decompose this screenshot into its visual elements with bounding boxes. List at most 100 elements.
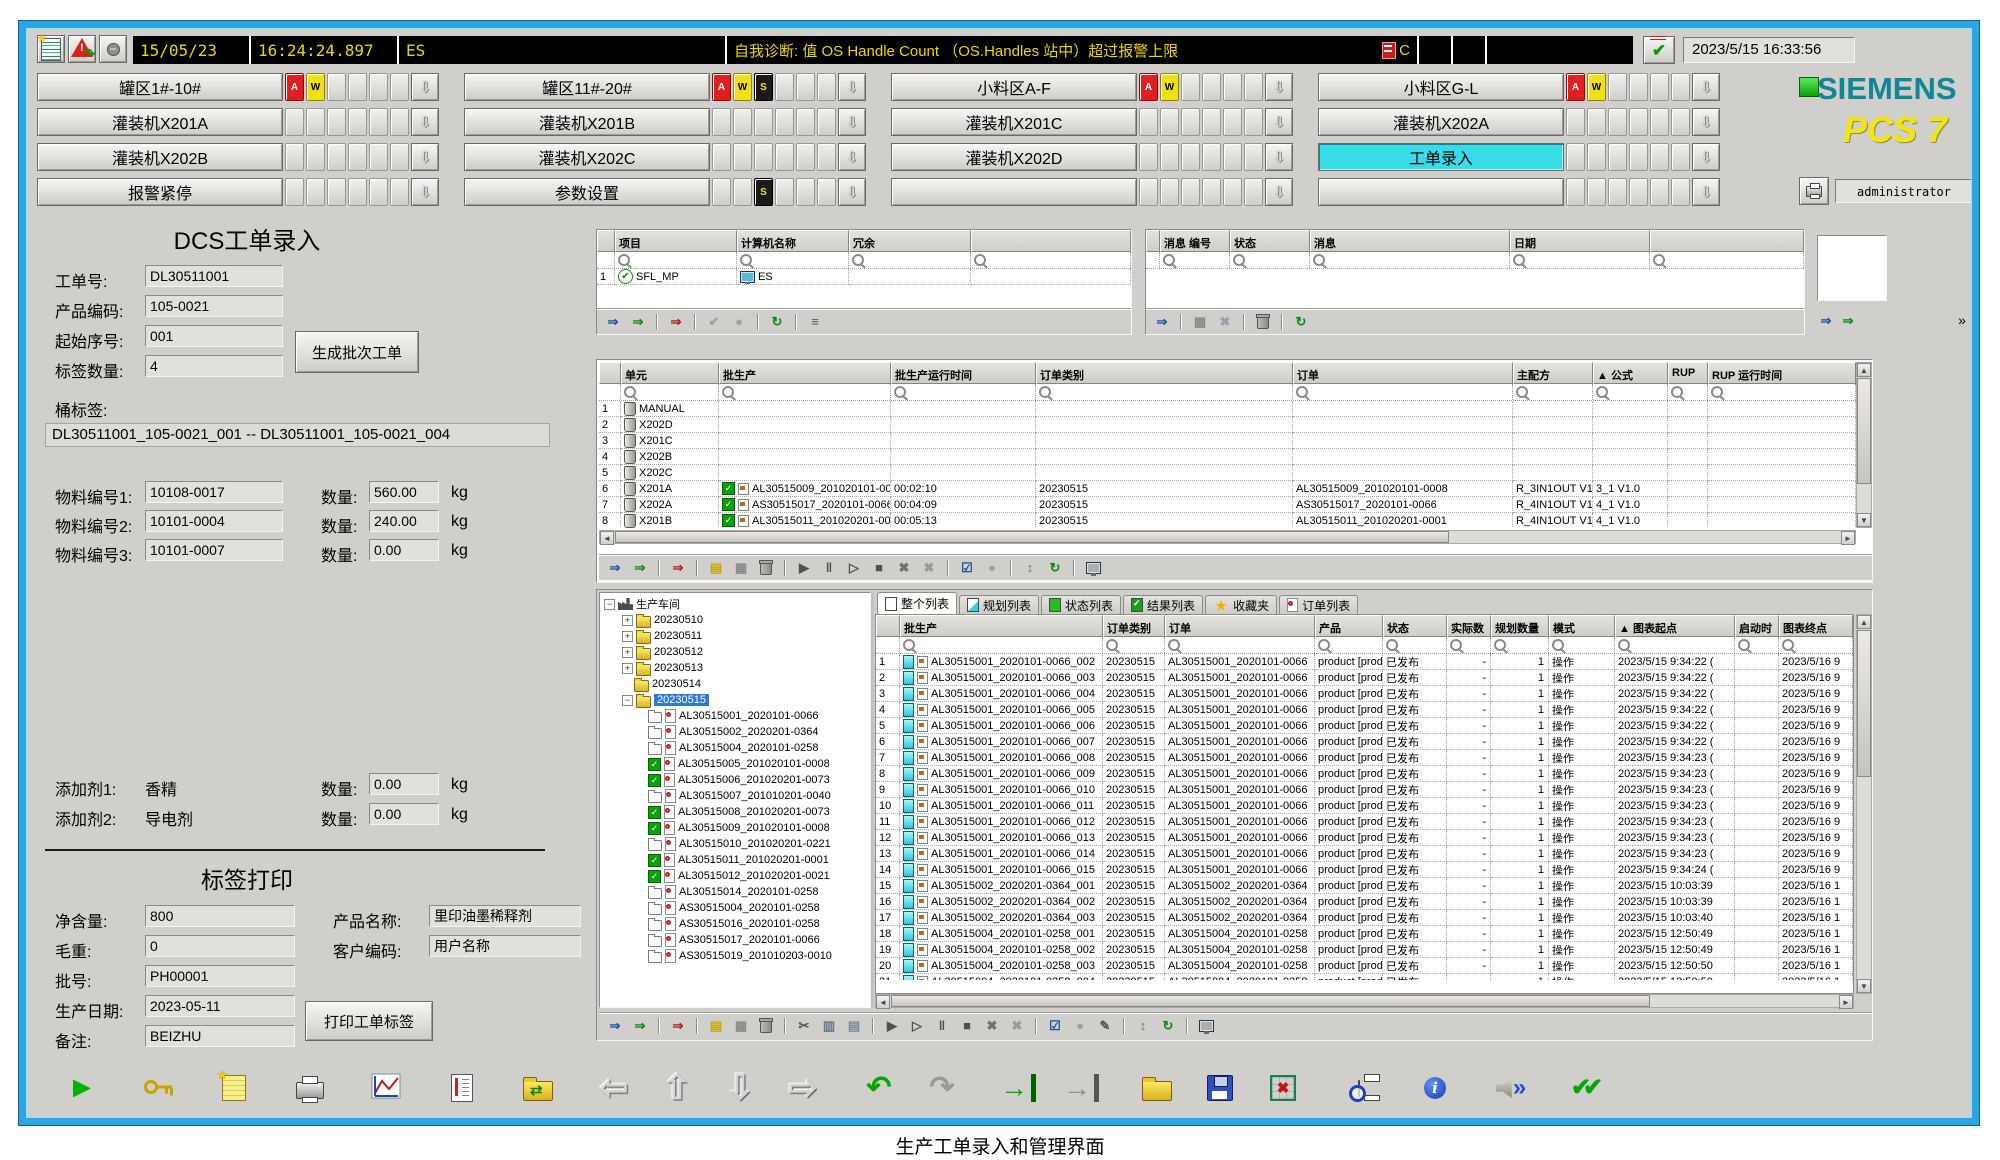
export-release-button[interactable]: ⇒ [629, 557, 651, 579]
table-row[interactable]: 12AL30515001_2020101-0066_01320230515AL3… [876, 830, 1853, 846]
tree-node-AS30515016_2020101-0258[interactable]: AS30515016_2020101-0258 [604, 916, 870, 932]
tree-node-AL30515004_2020101-0258[interactable]: AL30515004_2020101-0258 [604, 740, 870, 756]
monitor-button[interactable] [1195, 1015, 1217, 1037]
filter-cell[interactable] [1103, 637, 1165, 653]
filter-cell[interactable] [737, 252, 849, 268]
abort-time-button[interactable]: ✖ [918, 557, 940, 579]
table-row[interactable]: 19AL30515004_2020101-0258_00220230515AL3… [876, 942, 1853, 958]
filter-cell[interactable] [1165, 637, 1315, 653]
filter-cell[interactable] [719, 384, 891, 400]
collapse-icon[interactable]: − [622, 695, 633, 706]
tab-订单列表[interactable]: 订单列表 [1279, 595, 1358, 614]
material-2-qty-input[interactable] [369, 510, 439, 532]
table-row[interactable]: 9AL30515001_2020101-0066_01020230515AL30… [876, 782, 1853, 798]
resume-button[interactable]: ▷ [843, 557, 865, 579]
create-order-button[interactable]: ▤ [705, 1015, 727, 1037]
column-header[interactable]: 模式 [1549, 615, 1615, 637]
nav-expand-button[interactable]: ⇩ [411, 108, 439, 136]
distribute-button[interactable]: ↕ [1019, 557, 1041, 579]
material-2-input[interactable] [145, 510, 283, 532]
table-row[interactable]: 16AL30515002_2020201-0364_00220230515AL3… [876, 894, 1853, 910]
tab-状态列表[interactable]: 状态列表 [1041, 595, 1121, 614]
scroll-thumb[interactable] [615, 531, 1449, 543]
status-report-button[interactable] [435, 1065, 489, 1111]
nav-expand-button[interactable]: ⇩ [838, 108, 866, 136]
column-header[interactable]: 实际数 [1447, 615, 1491, 637]
filter-cell[interactable] [1513, 384, 1593, 400]
audio-button[interactable]: » [1484, 1065, 1538, 1111]
trend-button[interactable] [359, 1065, 413, 1111]
tree-node-AS30515019_201010203-0010[interactable]: AS30515019_201010203-0010 [604, 948, 870, 964]
nav-button-filler-x202a[interactable]: 灌装机X202A [1318, 108, 1564, 136]
start-button[interactable]: ▶ [793, 557, 815, 579]
commit-button[interactable]: ☑ [956, 557, 978, 579]
scroll-thumb[interactable] [1857, 378, 1871, 484]
table-row[interactable]: 15AL30515002_2020201-0364_00120230515AL3… [876, 878, 1853, 894]
filter-cell[interactable] [1146, 252, 1160, 268]
print-button[interactable] [1799, 177, 1829, 205]
vertical-scrollbar[interactable]: ▲▼ [1856, 362, 1872, 528]
commit-button[interactable]: ☑ [1044, 1015, 1066, 1037]
nav-button-alarm-emergency-stop[interactable]: 报警紧停 [37, 178, 283, 206]
filter-cell[interactable] [615, 252, 737, 268]
order-no-input[interactable] [145, 265, 283, 287]
globe-button[interactable]: ● [1069, 1015, 1091, 1037]
nav-button-parameter-settings[interactable]: 参数设置 [464, 178, 710, 206]
tree-node-20230510[interactable]: +20230510 [604, 612, 870, 628]
column-header[interactable]: ▲ 图表起点 [1615, 615, 1735, 637]
generate-batch-order-button[interactable]: 生成批次工单 [295, 331, 419, 373]
product-name-input[interactable] [429, 905, 581, 927]
properties-button[interactable]: ▦ [1189, 311, 1211, 333]
table-row[interactable]: 20AL30515004_2020101-0258_00320230515AL3… [876, 958, 1853, 974]
tree-node-20230512[interactable]: +20230512 [604, 644, 870, 660]
tree-node-AS30515017_2020101-0066[interactable]: AS30515017_2020101-0066 [604, 932, 870, 948]
column-header[interactable]: 状态 [1383, 615, 1447, 637]
tree-splitter[interactable] [871, 592, 874, 1008]
notes-button[interactable] [207, 1065, 261, 1111]
filter-cell[interactable] [1735, 637, 1779, 653]
alarm-ack-button[interactable] [68, 35, 96, 63]
forward-button[interactable]: → [1054, 1065, 1108, 1111]
tree-node-AL30515012_201020201-0021[interactable]: ✓AL30515012_201020201-0021 [604, 868, 870, 884]
save-button[interactable] [1193, 1065, 1247, 1111]
validate-button[interactable]: ✔ [703, 311, 725, 333]
remark-input[interactable] [145, 1025, 295, 1047]
tree-node-20230515[interactable]: −20230515 [604, 692, 870, 708]
nav-up-button[interactable]: ⇧ [650, 1065, 704, 1111]
excel-remove-button[interactable]: ✖ [1256, 1065, 1310, 1111]
column-header[interactable]: 主配方 [1513, 362, 1593, 384]
horizontal-scrollbar[interactable]: ◄► [599, 530, 1856, 544]
table-row[interactable]: 8X201B✓AL30515011_201020201-0001_00200:0… [599, 513, 1856, 528]
scroll-left-button[interactable]: ◄ [876, 995, 890, 1009]
tree-node-AL30515002_2020201-0364[interactable]: AL30515002_2020201-0364 [604, 724, 870, 740]
tree-node-AL30515010_201020201-0221[interactable]: AL30515010_201020201-0221 [604, 836, 870, 852]
table-row[interactable]: 1MANUAL [599, 401, 1856, 417]
print-order-label-button[interactable]: 打印工单标签 [305, 1001, 433, 1041]
export-release-button[interactable]: ⇒ [629, 1015, 651, 1037]
info-button[interactable]: i [1408, 1065, 1462, 1111]
expand-icon[interactable]: + [622, 615, 633, 626]
filter-cell[interactable] [621, 384, 719, 400]
scroll-right-button[interactable]: ► [1841, 531, 1855, 545]
alarm-confirm-button[interactable] [1643, 36, 1675, 64]
tree-node-AS30515004_2020101-0258[interactable]: AS30515004_2020101-0258 [604, 900, 870, 916]
table-row[interactable]: 21AL30515004_2020101-0258_00420230515AL3… [876, 974, 1853, 980]
tab-结果列表[interactable]: 结果列表 [1123, 595, 1203, 614]
start-button[interactable]: ▶ [881, 1015, 903, 1037]
label-count-input[interactable] [145, 355, 283, 377]
scroll-up-button[interactable]: ▲ [1857, 363, 1871, 377]
tree-node-AL30515001_2020101-0066[interactable]: AL30515001_2020101-0066 [604, 708, 870, 724]
table-row[interactable]: 5X202C [599, 465, 1856, 481]
print-preview-button[interactable] [1332, 1065, 1386, 1111]
copy-button[interactable]: ▥ [818, 1015, 840, 1037]
table-row[interactable]: 3AL30515001_2020101-0066_00420230515AL30… [876, 686, 1853, 702]
column-header[interactable]: ▲ 公式 [1593, 362, 1668, 384]
tree-node-20230514[interactable]: 20230514 [604, 676, 870, 692]
material-3-qty-input[interactable] [369, 539, 439, 561]
refresh-button[interactable]: ↻ [1157, 1015, 1179, 1037]
column-header[interactable]: 消息 [1310, 230, 1510, 252]
tree-node-20230511[interactable]: +20230511 [604, 628, 870, 644]
scroll-thumb[interactable] [1857, 630, 1871, 777]
column-header[interactable]: 计算机名称 [737, 230, 849, 252]
tree-node-AL30515014_2020101-0258[interactable]: AL30515014_2020101-0258 [604, 884, 870, 900]
